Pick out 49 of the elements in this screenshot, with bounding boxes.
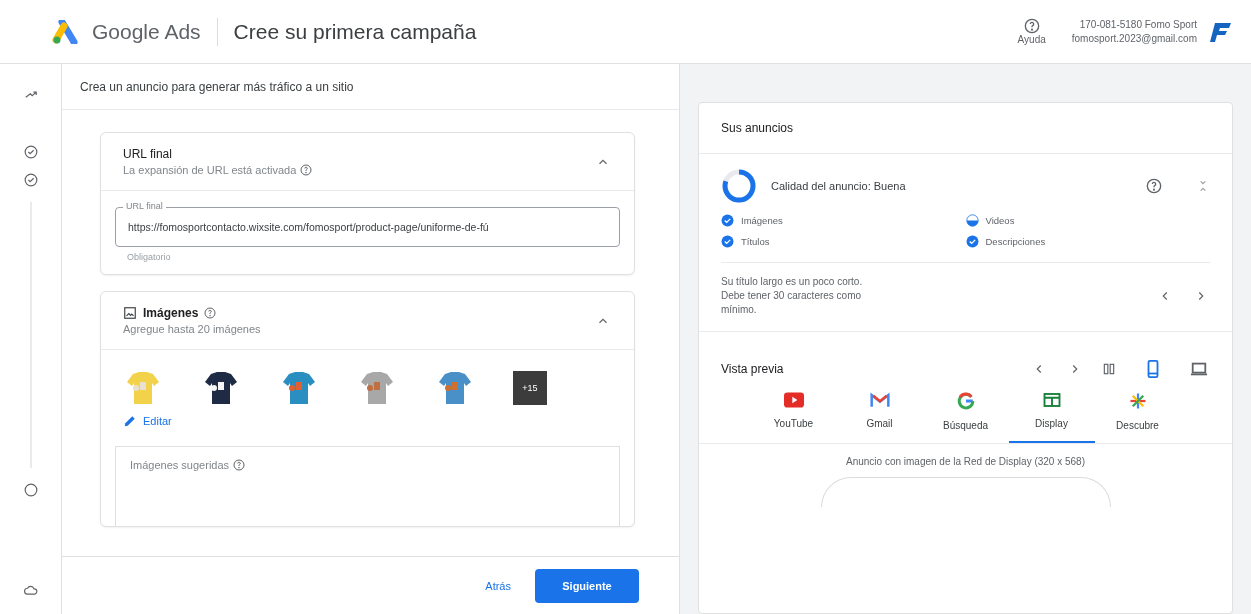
columns-icon[interactable]	[1102, 362, 1116, 376]
step-check-icon[interactable]	[23, 173, 38, 187]
channel-tab[interactable]: Búsqueda	[922, 388, 1009, 443]
channel-tab[interactable]: Descubre	[1094, 388, 1181, 443]
image-icon	[123, 306, 137, 320]
layout-icon	[1042, 392, 1061, 408]
card-title: URL final	[123, 147, 172, 161]
logo-icon	[52, 19, 80, 44]
card-title: Imágenes	[143, 306, 199, 320]
preview-caption: Anuncio con imagen de la Red de Display (320 x 568)	[844, 455, 1086, 469]
cloud-icon[interactable]	[23, 584, 38, 596]
next-button[interactable]: Siguiente	[535, 568, 639, 603]
help-icon	[1023, 18, 1040, 34]
page-title: Cree su primera campaña	[233, 19, 477, 44]
checklist-label: Descripciones	[985, 236, 1046, 247]
card-subtitle: Agregue hasta 20 imágenes	[123, 323, 261, 335]
panel-title: Sus anuncios	[721, 120, 795, 137]
help-button[interactable]: Ayuda	[1017, 18, 1046, 45]
checklist-label: Imágenes	[741, 215, 783, 226]
asterisk-icon	[1128, 392, 1147, 410]
product-name: Google Ads	[92, 19, 201, 44]
tip-text: Su título largo es un poco corto. Debe tener 30 caracteres como mínimo.	[721, 275, 864, 317]
more-images-tile[interactable]: +15	[513, 371, 547, 405]
checklist-label: Videos	[985, 215, 1015, 226]
panel-title: Imágenes sugeridas	[130, 459, 230, 471]
mail-icon	[869, 392, 890, 408]
quality-label: Calidad del anuncio: Buena	[771, 180, 907, 192]
play-icon	[783, 392, 804, 408]
channel-tab[interactable]: Gmail	[836, 388, 923, 443]
back-button[interactable]: Atrás	[479, 578, 517, 593]
help-icon[interactable]	[204, 307, 217, 319]
step-check-icon[interactable]	[23, 145, 38, 159]
section-subtitle: Crea un anuncio para generar más tráfico a un sitio	[80, 79, 354, 94]
field-hint: Obligatorio	[126, 251, 172, 264]
preview-title: Vista previa	[721, 362, 785, 376]
channel-tab[interactable]: YouTube	[750, 388, 837, 443]
account-id: 170-081-5180 Fomo Sport	[1079, 17, 1197, 32]
channel-tab[interactable]: Display	[1008, 388, 1095, 443]
checklist-label: Títulos	[741, 236, 770, 247]
pencil-icon	[123, 414, 137, 428]
edit-link[interactable]: Editar	[123, 414, 172, 428]
g-letter-icon	[956, 392, 975, 410]
account-email: fomosport.2023@gmail.com	[1071, 31, 1197, 46]
help-icon[interactable]	[300, 164, 313, 176]
card-subtitle: La expansión de URL está activada	[123, 164, 297, 176]
quality-ring-icon	[721, 168, 757, 204]
step-circle-icon[interactable]	[23, 483, 38, 497]
help-icon[interactable]	[233, 459, 246, 471]
help-icon[interactable]	[1146, 178, 1162, 194]
